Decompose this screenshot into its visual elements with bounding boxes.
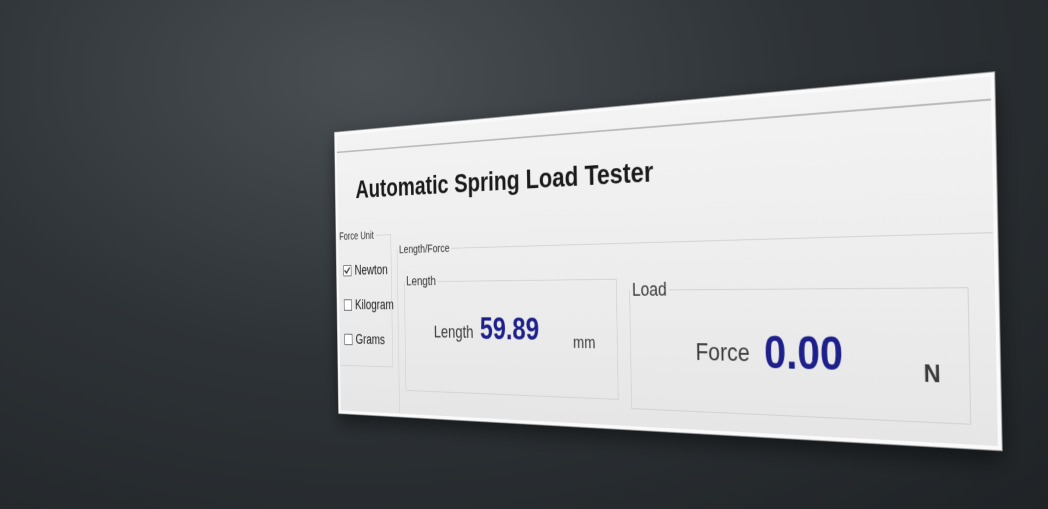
window-top-divider xyxy=(336,98,992,154)
grams-check-box[interactable] xyxy=(344,333,353,346)
load-group: Load Force 0.00 N xyxy=(629,274,972,425)
load-legend: Load xyxy=(631,278,667,301)
force-unit-group: Force Unit Newton Kilogram Grams xyxy=(337,228,394,368)
kilogram-label: Kilogram xyxy=(354,296,394,313)
kilogram-checkbox[interactable]: Kilogram xyxy=(343,296,394,313)
length-legend: Length xyxy=(406,273,437,289)
newton-checkbox[interactable]: Newton xyxy=(343,261,388,279)
grams-label: Grams xyxy=(355,331,385,348)
backdrop: Automatic Spring Load Tester Force Unit … xyxy=(0,0,1048,509)
kilogram-check-box[interactable] xyxy=(343,299,352,311)
force-unit-legend: Force Unit xyxy=(339,228,374,243)
force-value: 0.00 xyxy=(763,326,844,381)
force-unit-label: N xyxy=(923,358,941,389)
length-value: 59.89 xyxy=(479,312,540,348)
length-unit: mm xyxy=(572,333,596,353)
app-title: Automatic Spring Load Tester xyxy=(355,155,654,205)
grams-checkbox[interactable]: Grams xyxy=(344,332,385,349)
newton-label: Newton xyxy=(354,261,388,278)
newton-check-box[interactable] xyxy=(343,265,352,277)
length-label: Length xyxy=(433,321,474,342)
app-window: Automatic Spring Load Tester Force Unit … xyxy=(334,72,1002,451)
length-group: Length Length 59.89 mm xyxy=(403,270,619,400)
force-label: Force xyxy=(695,337,751,367)
length-force-legend: Length/Force xyxy=(398,241,450,257)
